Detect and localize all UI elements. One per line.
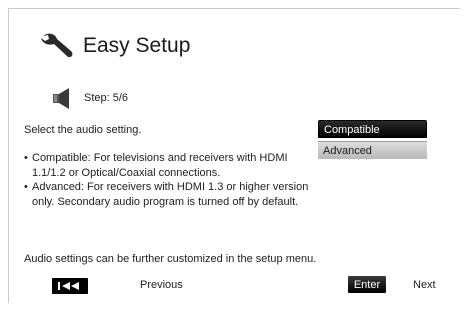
option-compatible[interactable]: Compatible [318, 120, 427, 138]
option-advanced[interactable]: Advanced [318, 141, 427, 159]
step-label: Step: 5/6 [84, 92, 129, 104]
description-compatible: Compatible: For televisions and receiver… [24, 151, 320, 180]
option-descriptions: Compatible: For televisions and receiver… [24, 151, 320, 209]
page-title: Easy Setup [83, 34, 191, 57]
next-label: Next [413, 279, 436, 291]
enter-button[interactable]: Enter [348, 276, 386, 293]
header: Easy Setup [37, 30, 190, 62]
step-indicator: Step: 5/6 [52, 86, 128, 110]
audio-option-list: Compatible Advanced [318, 120, 427, 159]
description-advanced: Advanced: For receivers with HDMI 1.3 or… [24, 180, 320, 209]
previous-label: Previous [140, 279, 183, 291]
skip-back-icon [58, 282, 79, 290]
speaker-icon [53, 88, 69, 109]
setting-prompt: Select the audio setting. [24, 124, 142, 136]
footer-note: Audio settings can be further customized… [24, 253, 317, 265]
previous-button[interactable] [52, 278, 88, 294]
wrench-icon [41, 33, 73, 58]
